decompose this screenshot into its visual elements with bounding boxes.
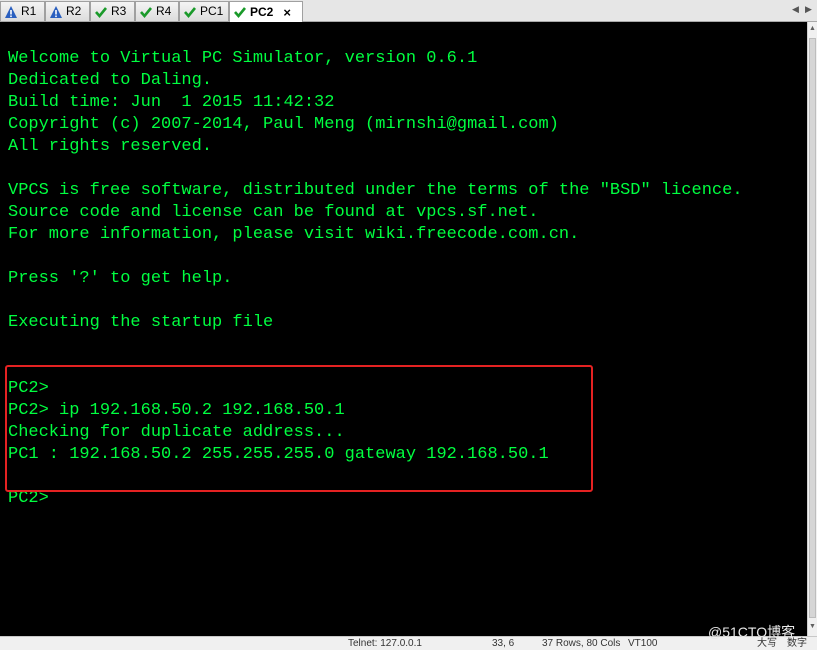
- tab-pc2[interactable]: PC2 ×: [229, 1, 303, 22]
- tab-r1[interactable]: R1: [0, 1, 45, 21]
- status-cursor-position: 33, 6: [492, 638, 515, 649]
- highlight-annotation-box: [5, 365, 593, 492]
- terminal-line: Dedicated to Daling.: [8, 71, 213, 90]
- tab-label: R4: [156, 4, 172, 18]
- status-size: 37 Rows, 80 Cols: [542, 638, 621, 649]
- check-icon: [95, 6, 108, 18]
- vertical-scrollbar[interactable]: ▲ ▼: [807, 22, 817, 636]
- terminal-line: Copyright (c) 2007-2014, Paul Meng (mirn…: [8, 115, 559, 134]
- status-bar: Telnet: 127.0.0.1 33, 6 37 Rows, 80 Cols…: [0, 636, 817, 650]
- terminal-line: All rights reserved.: [8, 137, 213, 156]
- terminal-line: Source code and license can be found at …: [8, 203, 539, 222]
- terminal-line: Build time: Jun 1 2015 11:42:32: [8, 93, 335, 112]
- terminal-line: VPCS is free software, distributed under…: [8, 181, 743, 200]
- tab-bar: R1 R2 R3 R4 PC1 PC2 × ◀ ▶: [0, 0, 817, 22]
- tab-label: R3: [111, 4, 127, 18]
- terminal-line: Press '?' to get help.: [8, 269, 233, 288]
- terminal-console[interactable]: Welcome to Virtual PC Simulator, version…: [0, 22, 807, 636]
- terminal-line: Welcome to Virtual PC Simulator, version…: [8, 49, 478, 68]
- status-terminal-type: VT100: [628, 638, 658, 649]
- watermark: @51CTO博客: [708, 624, 796, 640]
- tab-r3[interactable]: R3: [90, 1, 135, 21]
- terminal-line: For more information, please visit wiki.…: [8, 225, 580, 244]
- scroll-down-icon[interactable]: ▼: [808, 620, 817, 634]
- tab-label: PC1: [200, 4, 224, 18]
- scroll-left-icon[interactable]: ◀: [792, 4, 799, 15]
- status-connection: Telnet: 127.0.0.1: [348, 638, 422, 649]
- tab-pc1[interactable]: PC1: [179, 1, 229, 21]
- tab-label: R2: [66, 4, 82, 18]
- tab-label: PC2: [250, 4, 274, 19]
- tab-r4[interactable]: R4: [135, 1, 179, 21]
- scrollbar-thumb[interactable]: [809, 38, 816, 618]
- check-icon: [184, 6, 197, 18]
- warning-icon: [50, 5, 62, 18]
- tab-label: R1: [21, 4, 37, 18]
- warning-icon: [5, 5, 17, 18]
- terminal-line: Executing the startup file: [8, 313, 274, 332]
- tab-r2[interactable]: R2: [45, 1, 90, 21]
- check-icon: [140, 6, 153, 18]
- close-icon[interactable]: ×: [283, 3, 291, 22]
- check-icon: [234, 7, 247, 19]
- scroll-right-icon[interactable]: ▶: [805, 4, 812, 15]
- scroll-up-icon[interactable]: ▲: [808, 22, 817, 36]
